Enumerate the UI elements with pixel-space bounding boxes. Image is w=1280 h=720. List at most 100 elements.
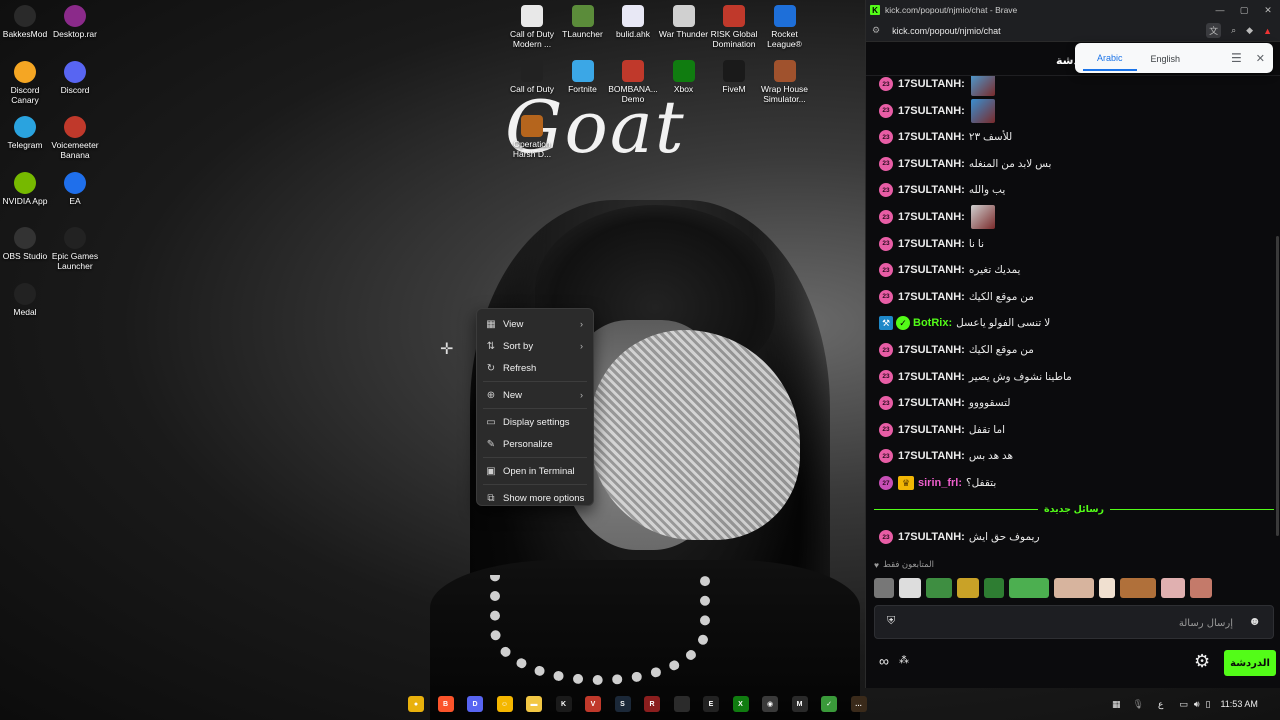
desktop-icon[interactable]: BOMBANA... Demo (605, 60, 661, 104)
emoji-app-icon[interactable]: ☺ (496, 696, 513, 712)
desktop-icon[interactable]: FiveM (706, 60, 762, 94)
desktop-icon[interactable]: Call of Duty (504, 60, 560, 94)
context-menu-item[interactable]: ⧉ Show more options (477, 487, 593, 509)
desktop-icon[interactable]: Call of Duty Modern ... (504, 5, 560, 49)
emote-bar-emote[interactable] (1009, 578, 1049, 598)
tab-english[interactable]: English (1137, 46, 1195, 70)
desktop-icon[interactable]: Desktop.rar (47, 5, 103, 39)
desktop-icon[interactable]: Operation Harsh D... (504, 115, 560, 159)
app-dots-icon[interactable]: … (850, 696, 867, 712)
medal-taskbar-icon[interactable]: M (791, 696, 808, 712)
infinity-icon[interactable]: ∞ (879, 653, 889, 669)
microphone-icon[interactable]: 🎙︎ (1133, 699, 1144, 710)
desktop-icon[interactable]: EA (47, 171, 103, 206)
tab-arabic[interactable]: Arabic (1083, 45, 1137, 71)
chat-emote[interactable] (970, 205, 995, 229)
context-menu-item[interactable]: ▣ Open in Terminal (477, 460, 593, 482)
brave-shields-icon[interactable]: ◆ (1246, 25, 1253, 36)
context-menu-item[interactable]: ⇅ Sort by › (477, 335, 593, 357)
input-language[interactable]: ع (1158, 699, 1163, 710)
chat-username[interactable]: 17SULTANH: (898, 291, 965, 303)
epic-taskbar-icon[interactable]: E (703, 696, 719, 712)
chat-username[interactable]: 17SULTANH: (898, 131, 965, 143)
brave-rewards-icon[interactable]: ▲ (1263, 26, 1272, 36)
maximize-icon[interactable]: ▢ (1232, 5, 1256, 16)
clock[interactable]: 11:53 AM (1220, 699, 1257, 709)
address-bar[interactable]: ⚙ kick.com/popout/njmio/chat 文 ⌕ ◆ ▲ (866, 20, 1280, 42)
desktop-icon[interactable]: bulid.ahk (605, 5, 661, 39)
emote-bar-emote[interactable] (984, 578, 1004, 598)
chat-input-box[interactable]: ⛨ ☻ (874, 605, 1274, 639)
chat-username[interactable]: 17SULTANH: (898, 158, 965, 170)
zoom-icon[interactable]: ⌕ (1231, 25, 1236, 36)
close-window-icon[interactable]: ✕ (1256, 5, 1280, 16)
chat-username[interactable]: 17SULTANH: (898, 211, 965, 223)
context-menu-item[interactable]: ⊕ New › (477, 384, 593, 406)
desktop-icon[interactable]: OBS Studio (0, 227, 53, 261)
close-icon[interactable]: ✕ (1256, 52, 1265, 65)
chat-username[interactable]: 17SULTANH: (898, 264, 965, 276)
emote-bar-emote[interactable] (1190, 578, 1212, 598)
chat-scrollbar[interactable] (1274, 76, 1280, 546)
desktop-icon[interactable]: Epic Games Launcher (47, 227, 103, 271)
scrollbar-thumb[interactable] (1276, 236, 1279, 536)
kick-icon[interactable]: K (555, 696, 572, 712)
desktop-icon[interactable]: TLauncher (555, 5, 611, 39)
emote-bar-emote[interactable] (1120, 578, 1156, 598)
chat-username[interactable]: 17SULTANH: (898, 424, 965, 436)
voicemeeter-taskbar-icon[interactable]: V (585, 696, 601, 712)
chat-username[interactable]: 17SULTANH: (898, 78, 965, 90)
widgets-icon[interactable]: ▦ (1112, 699, 1121, 710)
battery-icon[interactable]: ▯ (1206, 699, 1211, 710)
xbox-taskbar-icon[interactable]: X (732, 696, 749, 712)
desktop-icon[interactable]: Telegram (0, 116, 53, 150)
discord-taskbar-icon[interactable]: D (467, 696, 483, 712)
brave-icon[interactable]: B (437, 696, 454, 712)
chat-username[interactable]: BotRix: (913, 317, 952, 329)
steam-icon[interactable]: S (614, 696, 631, 712)
context-menu-item[interactable]: ▦ View › (477, 313, 593, 335)
chat-username[interactable]: 17SULTANH: (898, 238, 965, 250)
tlauncher-taskbar-icon[interactable]: ✓ (821, 696, 837, 712)
chat-username[interactable]: 17SULTANH: (898, 450, 965, 462)
file-explorer-icon[interactable]: ▬ (526, 696, 542, 712)
chat-send-button[interactable]: الدردشة (1224, 650, 1276, 676)
emoji-picker-icon[interactable]: ☻ (1248, 614, 1261, 628)
desktop-icon[interactable]: Voicemeeter Banana (47, 116, 103, 160)
desktop-icon[interactable]: Fortnite (555, 60, 611, 94)
chat-emote[interactable] (970, 76, 995, 96)
risk-taskbar-icon[interactable]: R (644, 696, 660, 712)
emote-bar-emote[interactable] (1161, 578, 1185, 598)
desktop-icon[interactable]: Wrap House Simulator... (757, 60, 813, 104)
network-icon[interactable]: ▭ (1179, 699, 1188, 710)
desktop-icon[interactable]: NVIDIA App (0, 171, 53, 206)
desktop-icon[interactable]: Medal (0, 282, 53, 317)
desktop-icon[interactable]: BakkesMod (0, 5, 53, 39)
shield-icon[interactable]: ⛨ (887, 615, 895, 628)
hamburger-menu-icon[interactable]: ☰ (1231, 51, 1242, 65)
chat-emote[interactable] (970, 98, 995, 123)
emote-bar-emote[interactable] (926, 578, 952, 598)
chat-username[interactable]: 17SULTANH: (898, 371, 965, 383)
site-settings-icon[interactable]: ⚙ (872, 25, 880, 36)
url-text[interactable]: kick.com/popout/njmio/chat (892, 26, 1001, 36)
desktop-icon[interactable]: Xbox (656, 60, 712, 94)
emote-bar-emote[interactable] (874, 578, 894, 598)
desktop-icon[interactable]: RISK Global Domination (706, 5, 762, 49)
chat-username[interactable]: 17SULTANH: (898, 344, 965, 356)
desktop-icon[interactable]: Discord Canary (0, 60, 53, 105)
desktop-icon[interactable]: Discord (47, 60, 103, 95)
points-icon[interactable]: ⁂ (899, 655, 909, 666)
obs-taskbar-icon[interactable]: ◉ (762, 696, 778, 712)
chrome-icon[interactable]: ● (408, 696, 424, 712)
volume-icon[interactable]: 🔊︎ (1194, 699, 1200, 710)
emote-bar-emote[interactable] (957, 578, 979, 598)
chat-username[interactable]: 17SULTANH: (898, 531, 965, 543)
chat-username[interactable]: 17SULTANH: (898, 105, 965, 117)
context-menu-item[interactable]: ✎ Personalize (477, 433, 593, 455)
desktop-icon[interactable]: War Thunder (656, 5, 712, 39)
translate-icon[interactable]: 文 (1206, 23, 1222, 38)
emote-bar-emote[interactable] (1099, 578, 1115, 598)
chat-username[interactable]: 17SULTANH: (898, 397, 965, 409)
chat-username[interactable]: sirin_frl: (918, 477, 962, 489)
